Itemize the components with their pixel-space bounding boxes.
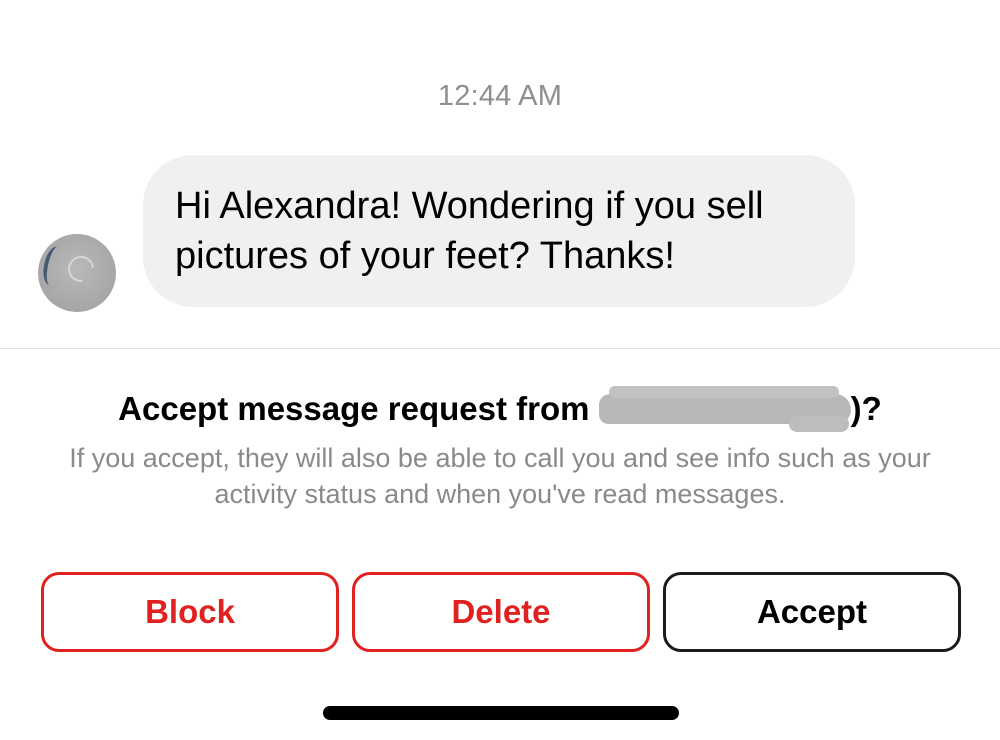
message-request-screen: 12:44 AM Hi Alexandra! Wondering if you …	[0, 0, 1000, 740]
redacted-sender-name	[598, 386, 851, 432]
avatar-redaction-stroke	[40, 244, 68, 288]
request-title-suffix: )?	[850, 390, 882, 427]
request-title: Accept message request from )?	[0, 386, 1000, 432]
accept-button[interactable]: Accept	[663, 572, 961, 652]
avatar-redaction-swirl	[62, 250, 100, 288]
sender-avatar[interactable]	[38, 234, 116, 312]
incoming-message-row: Hi Alexandra! Wondering if you sell pict…	[38, 155, 858, 312]
request-title-prefix: Accept message request from	[118, 390, 599, 427]
message-timestamp: 12:44 AM	[437, 80, 563, 112]
section-divider	[0, 348, 1000, 349]
request-explanation: If you accept, they will also be able to…	[69, 443, 931, 509]
message-bubble[interactable]: Hi Alexandra! Wondering if you sell pict…	[143, 155, 855, 307]
home-indicator[interactable]	[323, 706, 679, 720]
delete-button[interactable]: Delete	[352, 572, 650, 652]
block-button[interactable]: Block	[41, 572, 339, 652]
